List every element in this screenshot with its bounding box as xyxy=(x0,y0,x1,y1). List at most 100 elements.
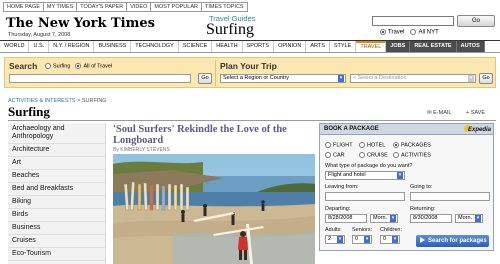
travel-search-go-button[interactable]: Go xyxy=(198,73,212,84)
nav-video[interactable]: VIDEO xyxy=(126,2,151,12)
sidebar-item-archaeology[interactable]: Archaeology and Anthropology xyxy=(8,123,105,144)
secnav-autos[interactable]: AUTOS xyxy=(456,41,485,52)
email-link[interactable]: ✉ E-MAIL xyxy=(427,110,451,116)
secnav-business[interactable]: BUSINESS xyxy=(94,41,132,52)
nyt-logo[interactable]: The New York Times xyxy=(6,16,155,31)
sidebar-item-art[interactable]: Art xyxy=(8,157,105,170)
breadcrumb-current: SURFING xyxy=(81,98,107,104)
book-package-header: BOOK A PACKAGE Expedia xyxy=(320,124,493,135)
nav-todays-paper[interactable]: TODAY'S PAPER xyxy=(76,2,127,12)
departing-label: Departing: xyxy=(325,206,351,212)
search-packages-button[interactable]: Search for packages xyxy=(416,235,489,247)
radio-icon xyxy=(325,152,331,158)
radio-icon xyxy=(325,142,331,148)
date: Thursday, August 7, 2008 xyxy=(8,32,71,38)
package-type-select[interactable]: Flight and hotel xyxy=(325,171,405,180)
secnav-sports[interactable]: SPORTS xyxy=(243,41,275,52)
sidebar-item-birds[interactable]: Birds xyxy=(8,209,105,222)
scope-all-nyt-label: All NYT xyxy=(418,29,439,36)
scope-travel-label: Travel xyxy=(388,29,405,36)
returning-time-select[interactable]: Morn. xyxy=(455,214,483,223)
save-link[interactable]: + SAVE xyxy=(466,110,485,116)
radio-icon xyxy=(45,63,51,69)
site-search-go-button[interactable]: Go xyxy=(457,15,495,27)
secnav-jobs[interactable]: JOBS xyxy=(386,41,411,52)
departing-date-input[interactable]: 8/28/2008 xyxy=(325,214,367,223)
option-activities[interactable]: ACTIVITIES xyxy=(393,152,431,158)
sidebar-item-business[interactable]: Business xyxy=(8,222,105,235)
sidebar-item-beaches[interactable]: Beaches xyxy=(8,170,105,183)
booking-type-row-1: FLIGHT HOTEL PACKAGES xyxy=(325,142,431,148)
adults-select[interactable]: 2 xyxy=(325,235,345,244)
option-hotel[interactable]: HOTEL xyxy=(359,142,393,148)
option-packages-label: PACKAGES xyxy=(401,142,431,149)
secnav-ny-region[interactable]: N.Y. / REGION xyxy=(49,41,95,52)
destination-select[interactable]: « Select a Destination xyxy=(350,74,476,83)
seniors-select[interactable]: 0 xyxy=(352,235,372,244)
going-to-label: Going to: xyxy=(410,184,433,190)
nav-times-topics[interactable]: TIMES TOPICS xyxy=(200,2,248,12)
departing-time-select[interactable]: Morn. xyxy=(370,214,398,223)
site-search-input[interactable] xyxy=(372,16,454,26)
secnav-technology[interactable]: TECHNOLOGY xyxy=(131,41,179,52)
search-packages-label: Search for packages xyxy=(428,238,487,244)
radio-icon xyxy=(359,142,365,148)
search-label: Search xyxy=(9,61,38,71)
section-nav: WORLD U.S. N.Y. / REGION BUSINESS TECHNO… xyxy=(0,40,500,53)
option-cruise-label: CRUISE xyxy=(367,152,388,159)
plan-trip-label: Plan Your Trip xyxy=(220,61,277,71)
scope-all-nyt[interactable]: All NYT xyxy=(410,29,439,36)
option-flight-label: FLIGHT xyxy=(333,142,353,149)
secnav-us[interactable]: U.S. xyxy=(29,41,50,52)
secnav-style[interactable]: STYLE xyxy=(330,41,357,52)
sidebar-item-architecture[interactable]: Architecture xyxy=(8,144,105,157)
option-activities-label: ACTIVITIES xyxy=(401,152,431,159)
secnav-opinion[interactable]: OPINION xyxy=(274,41,307,52)
secnav-real-estate[interactable]: REAL ESTATE xyxy=(410,41,457,52)
sidebar-item-eco-tourism[interactable]: Eco-Tourism xyxy=(8,248,105,261)
scope-travel[interactable]: Travel xyxy=(380,29,404,36)
beach-surfers-image xyxy=(113,154,315,264)
booking-type-row-2: CAR CRUISE ACTIVITIES xyxy=(325,152,431,158)
secnav-science[interactable]: SCIENCE xyxy=(179,41,213,52)
plan-go-button[interactable]: Go xyxy=(479,73,493,84)
option-car-label: CAR xyxy=(333,152,345,159)
search-opt-surfing[interactable]: Surfing xyxy=(45,63,70,69)
sidebar-item-cruises[interactable]: Cruises xyxy=(8,235,105,248)
divider xyxy=(215,60,216,86)
nav-home-page[interactable]: HOME PAGE xyxy=(3,2,43,12)
returning-date-input[interactable]: 8/30/2008 xyxy=(410,214,452,223)
search-options: Surfing All of Travel xyxy=(45,63,112,69)
arrow-right-icon xyxy=(420,237,425,243)
expedia-label: Expedia xyxy=(468,127,492,133)
sidebar-item-biking[interactable]: Biking xyxy=(8,196,105,209)
region-select[interactable]: Select a Region or Country xyxy=(220,74,346,83)
sidebar-item-bed-breakfasts[interactable]: Bed and Breakfasts xyxy=(8,183,105,196)
search-opt-surfing-label: Surfing xyxy=(53,63,71,70)
radio-icon xyxy=(380,29,386,35)
secnav-travel[interactable]: TRAVEL xyxy=(356,41,387,52)
children-label: Children: xyxy=(380,227,403,233)
nav-my-times[interactable]: MY TIMES xyxy=(42,2,77,12)
going-to-input[interactable] xyxy=(410,192,490,201)
children-select[interactable]: 0 xyxy=(380,235,400,244)
option-car[interactable]: CAR xyxy=(325,152,359,158)
envelope-icon: ✉ xyxy=(427,110,432,116)
expedia-logo[interactable]: Expedia xyxy=(464,125,491,133)
search-opt-all-travel[interactable]: All of Travel xyxy=(75,63,112,69)
article-photo[interactable] xyxy=(113,154,315,264)
nav-most-popular[interactable]: MOST POPULAR xyxy=(150,2,201,12)
option-packages[interactable]: PACKAGES xyxy=(393,142,431,148)
save-label: SAVE xyxy=(470,110,486,116)
secnav-arts[interactable]: ARTS xyxy=(306,41,330,52)
page-heading: Surfing xyxy=(8,104,50,119)
article-headline[interactable]: 'Soul Surfers' Rekindle the Love of the … xyxy=(113,124,313,146)
radio-icon xyxy=(410,29,417,35)
option-cruise[interactable]: CRUISE xyxy=(359,152,393,158)
leaving-from-input[interactable] xyxy=(325,192,405,201)
option-flight[interactable]: FLIGHT xyxy=(325,142,359,148)
secnav-world[interactable]: WORLD xyxy=(0,41,30,52)
adults-label: Adults: xyxy=(325,227,342,233)
secnav-health[interactable]: HEALTH xyxy=(212,41,243,52)
travel-search-input[interactable] xyxy=(9,74,191,83)
